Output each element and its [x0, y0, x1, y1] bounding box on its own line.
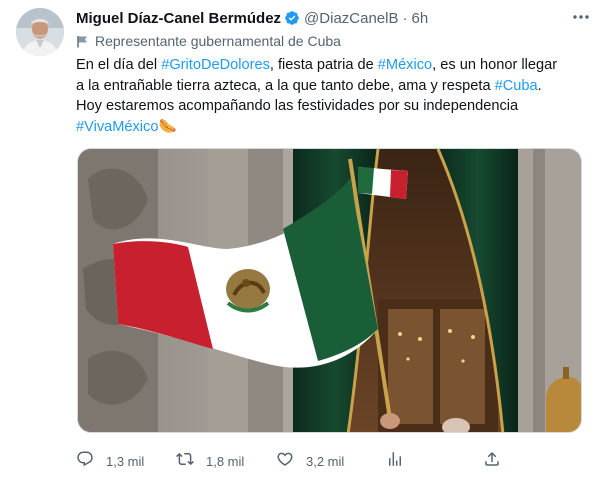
- tweet-text-line: #VivaMéxico🌭: [76, 117, 591, 138]
- hashtag-link[interactable]: #GritoDeDolores: [161, 57, 270, 73]
- text-segment: , fiesta patria de: [269, 57, 378, 73]
- reply-button[interactable]: 1,3 mil: [76, 448, 144, 474]
- share-button[interactable]: [483, 448, 501, 474]
- author-name[interactable]: Miguel Díaz-Canel Bermúdez: [76, 10, 281, 27]
- share-icon: [483, 450, 501, 473]
- retweet-icon: [176, 450, 194, 473]
- tweet-text: En el día del #GritoDeDolores, fiesta pa…: [76, 55, 591, 137]
- like-count: 3,2 mil: [306, 453, 345, 469]
- hashtag-link[interactable]: #VivaMéxico: [76, 119, 158, 135]
- hashtag-link[interactable]: #México: [378, 57, 432, 73]
- avatar[interactable]: [16, 8, 64, 56]
- separator-dot: ·: [402, 9, 408, 27]
- like-icon: [276, 450, 294, 473]
- text-segment: , es un honor llegar: [432, 57, 558, 73]
- government-label: Representante gubernamental de Cuba: [76, 32, 341, 50]
- tweet-actions: 1,3 mil 1,8 mil 3,2 mil: [76, 448, 516, 474]
- views-icon: [386, 450, 404, 473]
- tweet-text-line: En el día del #GritoDeDolores, fiesta pa…: [76, 55, 591, 76]
- reply-count: 1,3 mil: [106, 453, 145, 469]
- reply-icon: [76, 450, 94, 473]
- emoji: 🌭: [158, 118, 177, 135]
- tweet-header: Miguel Díaz-Canel Bermúdez @DiazCanelB ·…: [76, 8, 591, 28]
- label-text: Representante gubernamental de Cuba: [95, 33, 341, 49]
- retweet-button[interactable]: 1,8 mil: [176, 448, 244, 474]
- views-button[interactable]: [386, 448, 404, 474]
- tweet-text-line: a la entrañable tierra azteca, a la que …: [76, 76, 591, 97]
- like-button[interactable]: 3,2 mil: [276, 448, 344, 474]
- timestamp[interactable]: 6h: [411, 10, 428, 27]
- author-handle[interactable]: @DiazCanelB: [304, 10, 398, 27]
- hashtag-link[interactable]: #Cuba: [495, 78, 538, 94]
- more-options-icon[interactable]: [571, 10, 591, 24]
- text-segment: Hoy estaremos acompañando las festividad…: [76, 98, 519, 114]
- verified-badge-icon: [284, 10, 300, 26]
- flag-icon: [76, 35, 89, 48]
- tweet[interactable]: Miguel Díaz-Canel Bermúdez @DiazCanelB ·…: [0, 0, 607, 477]
- text-segment: .: [537, 77, 542, 94]
- retweet-count: 1,8 mil: [206, 453, 245, 469]
- text-segment: a la entrañable tierra azteca, a la que …: [76, 77, 495, 94]
- tweet-photo[interactable]: [77, 148, 582, 433]
- tweet-text-line: Hoy estaremos acompañando las festividad…: [76, 96, 591, 117]
- text-segment: En el día del: [76, 57, 162, 73]
